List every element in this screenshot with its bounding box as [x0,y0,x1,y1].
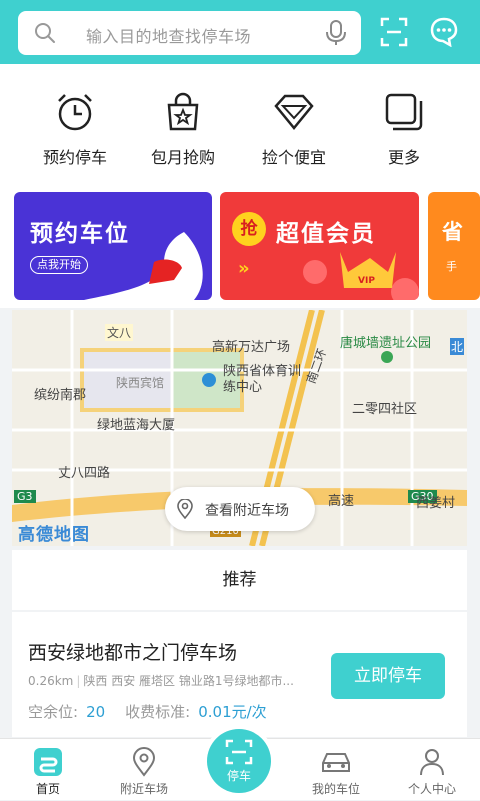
location-pin-icon [177,498,193,523]
diamond-icon [274,94,314,130]
banner-title: 预约车位 [30,221,130,247]
parking-lot-name: 西安绿地都市之门停车场 [28,642,238,664]
search-bar[interactable]: 输入目的地查找停车场 [18,11,361,55]
amap-logo: 高德地图 [18,525,90,545]
fee-label: 收费标准: [125,703,191,721]
search-icon [34,22,56,48]
banner-save[interactable]: 省 手 [428,192,480,300]
microphone-icon[interactable] [325,20,347,50]
quick-item-monthly[interactable]: 包月抢购 [133,92,233,168]
grab-badge: 抢 [232,212,266,246]
map-label: 高速 [328,494,355,509]
distance: 0.26km [28,674,74,688]
view-nearby-label: 查看附近车场 [205,503,289,519]
car-icon [322,753,350,772]
quick-label: 捡个便宜 [261,148,326,167]
alarm-clock-icon [58,94,92,131]
search-placeholder[interactable]: 输入目的地查找停车场 [86,23,251,47]
tab-profile[interactable]: 个人中心 [384,739,480,801]
parking-lot-card[interactable]: 西安绿地都市之门停车场 0.26km | 陕西 西安 雁塔区 锦业路1号绿地都市..… [12,612,467,737]
tab-label: 个人中心 [407,782,456,796]
highway-shield: G3 [14,490,36,503]
more-squares-icon [385,93,423,131]
shopping-bag-star-icon [167,92,199,131]
tab-label: 我的车位 [311,782,360,796]
free-spots-label: 空余位: [28,703,79,721]
tab-park[interactable]: 停车 [207,729,271,793]
map-label: 唐城墙遗址公园 [340,336,432,351]
top-header: 输入目的地查找停车场 [0,0,480,64]
banner-reserve-spot[interactable]: 预约车位 点我开始 [14,192,212,300]
tab-nearby[interactable]: 附近车场 [96,739,192,801]
map-label: 陕西宾馆 [116,376,165,390]
tab-label: 停车 [226,769,251,783]
location-pin-icon [132,747,156,777]
parking-lot-info: 0.26km | 陕西 西安 雁塔区 锦业路1号绿地都市... [28,674,294,688]
start-button[interactable]: 点我开始 [30,256,88,274]
map-label: 缤纷南郡 [34,388,87,403]
park-now-button[interactable]: 立即停车 [331,653,445,699]
address: 陕西 西安 雁塔区 锦业路1号绿地都市... [83,674,294,688]
map-label: 二零四社区 [352,402,418,417]
map-label: 丈八四路 [58,466,111,481]
user-icon [420,749,444,776]
recommend-heading: 推荐 [12,550,467,610]
arrows-icon: » [238,258,250,279]
map-label: 陕西省体育训练中心 [223,364,302,395]
quick-item-more[interactable]: 更多 [354,92,454,168]
map-label: 绿地蓝海大厦 [97,418,176,433]
tab-label: 附近车场 [119,782,168,796]
map-label: 文八 [105,324,134,341]
map-label: 北 [450,338,465,355]
banner-title: 省 [442,220,463,244]
quick-item-bargain[interactable]: 捡个便宜 [244,92,344,168]
banner-member[interactable]: 抢 超值会员 » VIP [220,192,419,300]
quick-item-reserve[interactable]: 预约停车 [25,92,125,168]
tab-home[interactable]: 首页 [0,739,96,801]
quick-label: 更多 [387,148,420,167]
quick-label: 包月抢购 [150,148,215,167]
home-logo-icon [34,748,62,776]
map-label: 西姜村 [416,496,456,511]
view-nearby-button[interactable]: 查看附近车场 [165,487,315,531]
tab-label: 首页 [35,782,60,796]
fee-value: 0.01元/次 [198,703,267,721]
quick-label: 预约停车 [42,148,107,167]
tab-my-spot[interactable]: 我的车位 [288,739,384,801]
parking-lot-stats: 空余位: 20 收费标准: 0.01元/次 [28,701,287,722]
vip-label: VIP [358,276,375,286]
banner-sub: 手 [446,260,457,273]
map-label: 高新万达广场 [212,340,291,355]
quick-menu: 预约停车 包月抢购 捡个便宜 更多 [0,64,480,182]
banner-carousel: 预约车位 点我开始 抢 超值会员 » VIP 省 手 [0,182,480,308]
banner-title: 超值会员 [276,221,376,247]
scan-icon [225,739,253,765]
message-icon[interactable] [430,17,458,51]
free-spots-value: 20 [86,703,106,721]
scan-icon[interactable] [380,17,408,51]
